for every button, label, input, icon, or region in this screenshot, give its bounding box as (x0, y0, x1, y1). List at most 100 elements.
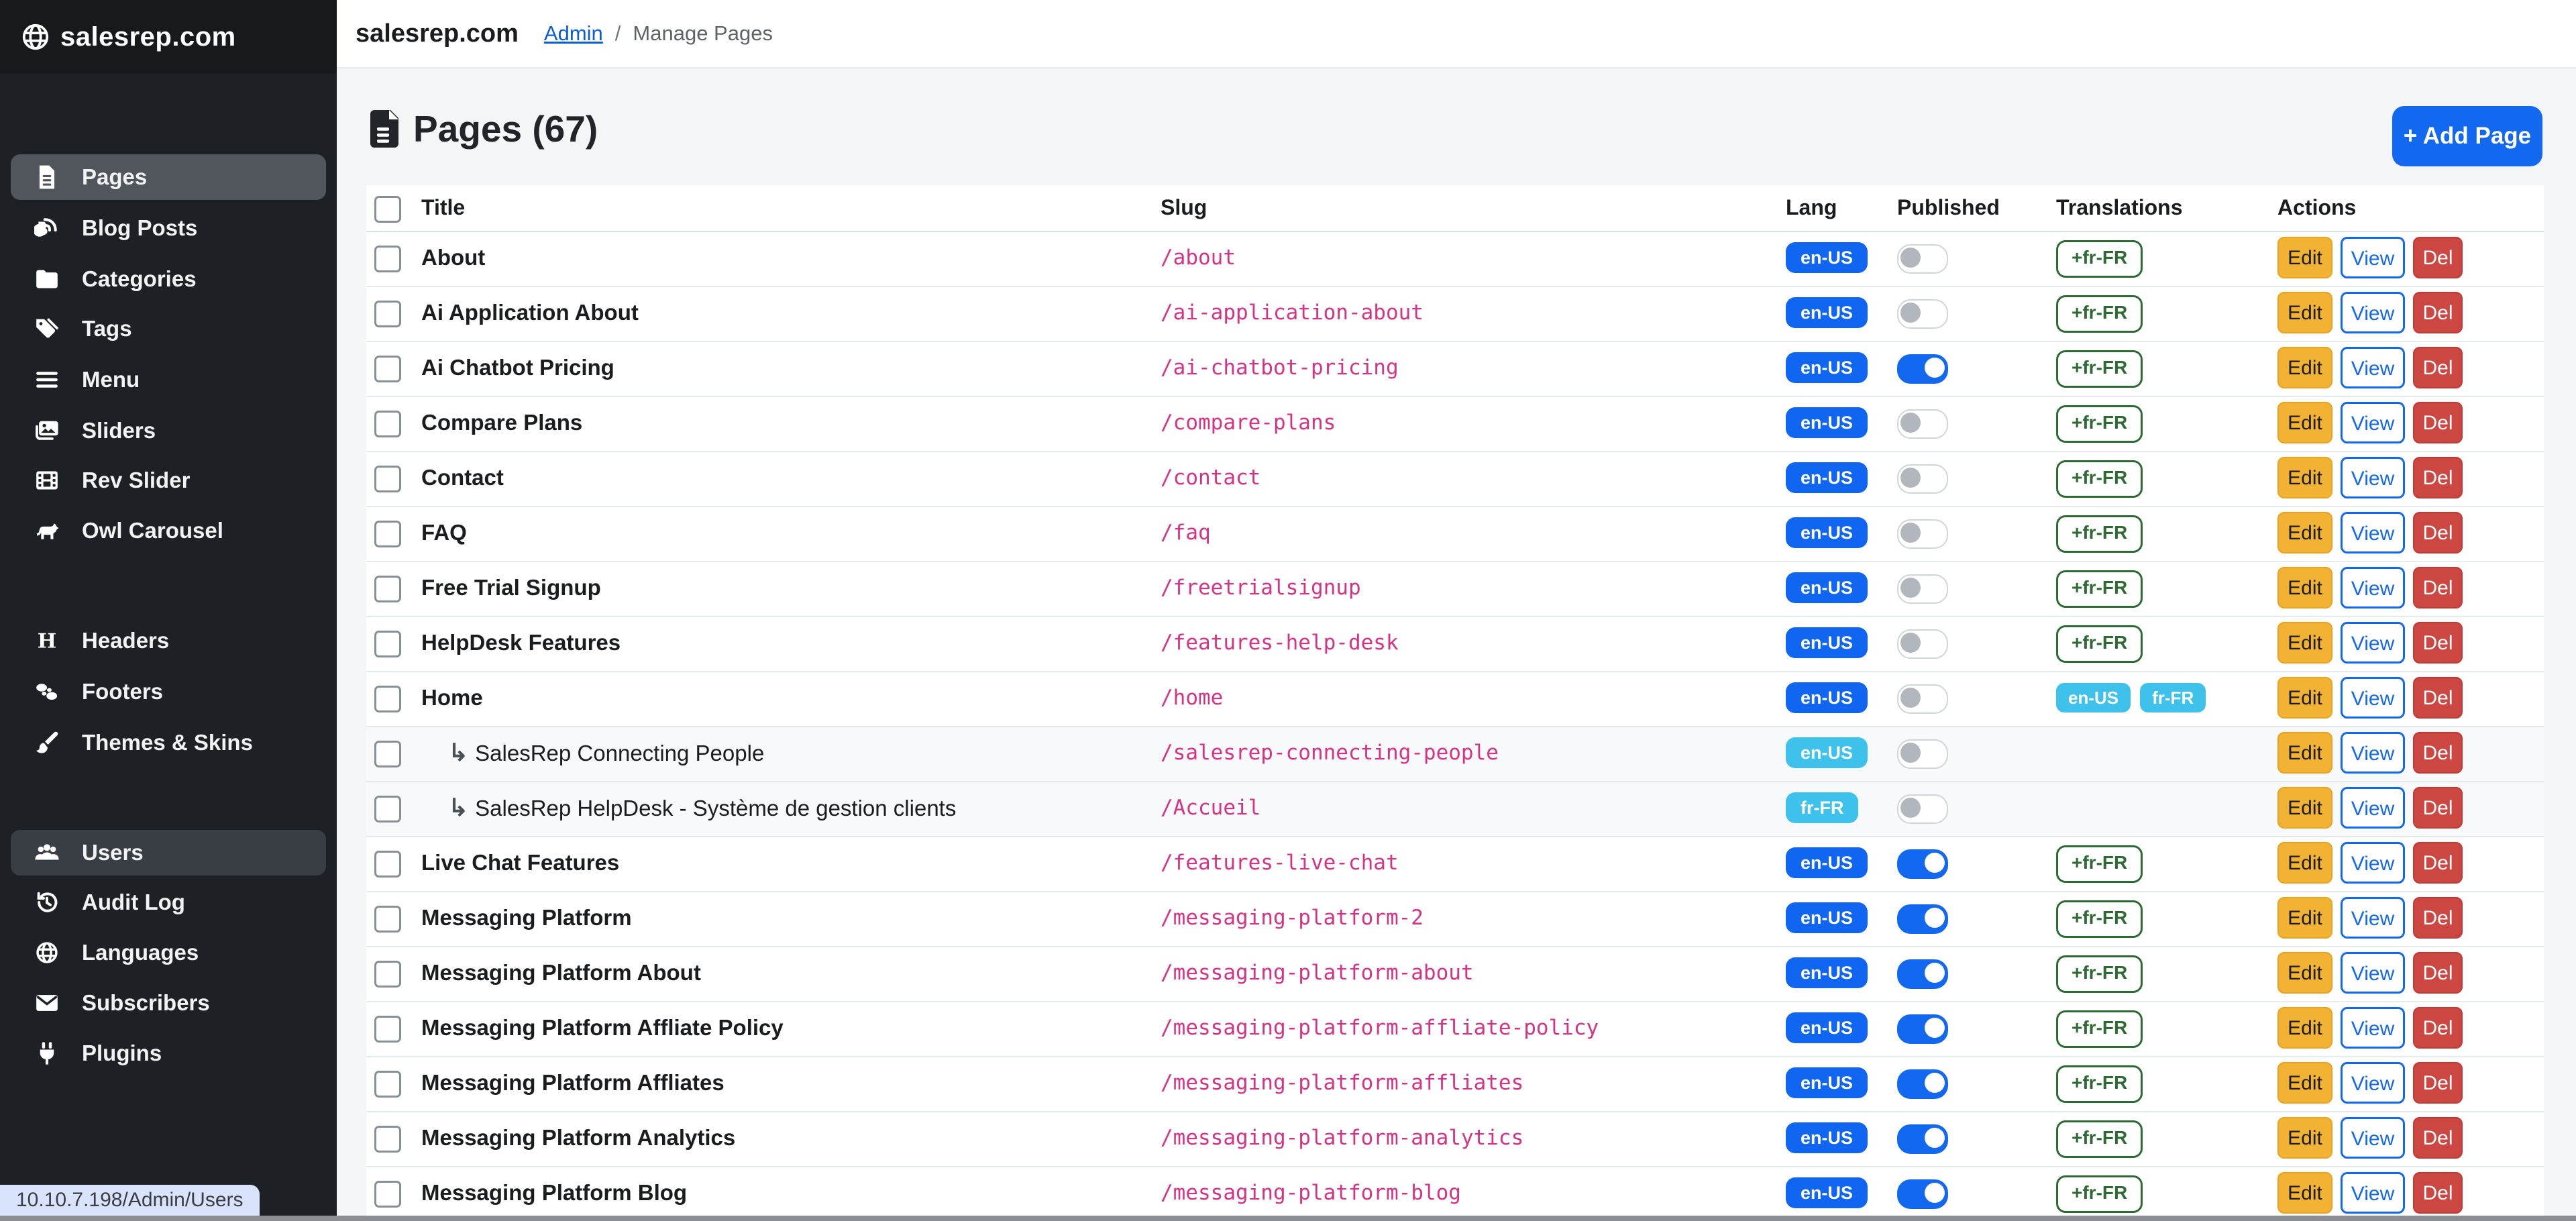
row-checkbox[interactable] (374, 631, 401, 657)
edit-button[interactable]: Edit (2277, 512, 2332, 553)
site-brand[interactable]: salesrep.com (356, 19, 519, 48)
row-checkbox[interactable] (374, 686, 401, 712)
sidebar-item-themes-skins[interactable]: Themes & Skins (11, 720, 326, 765)
edit-button[interactable]: Edit (2277, 402, 2332, 443)
row-checkbox[interactable] (374, 851, 401, 878)
view-button[interactable]: View (2341, 677, 2405, 719)
row-checkbox[interactable] (374, 466, 401, 492)
published-toggle[interactable] (1897, 739, 1948, 769)
row-checkbox[interactable] (374, 906, 401, 933)
sidebar-item-tags[interactable]: Tags (11, 306, 326, 352)
edit-button[interactable]: Edit (2277, 237, 2332, 278)
sidebar-item-pages[interactable]: Pages (11, 154, 326, 200)
published-toggle[interactable] (1897, 299, 1948, 329)
sidebar-item-owl-carousel[interactable]: Owl Carousel (11, 508, 326, 553)
published-toggle[interactable] (1897, 629, 1948, 659)
published-toggle[interactable] (1897, 849, 1948, 879)
select-all-checkbox[interactable] (374, 196, 401, 223)
row-checkbox[interactable] (374, 1126, 401, 1153)
view-button[interactable]: View (2341, 1007, 2405, 1049)
sidebar-item-menu[interactable]: Menu (11, 357, 326, 403)
published-toggle[interactable] (1897, 244, 1948, 274)
published-toggle[interactable] (1897, 904, 1948, 934)
edit-button[interactable]: Edit (2277, 1172, 2332, 1214)
delete-button[interactable]: Del (2413, 1062, 2463, 1104)
add-translation-button[interactable]: +fr-FR (2056, 240, 2143, 278)
view-button[interactable]: View (2341, 1172, 2405, 1214)
add-page-button[interactable]: + Add Page (2392, 106, 2542, 166)
edit-button[interactable]: Edit (2277, 347, 2332, 388)
delete-button[interactable]: Del (2413, 237, 2463, 278)
view-button[interactable]: View (2341, 347, 2405, 388)
row-checkbox[interactable] (374, 1181, 401, 1208)
delete-button[interactable]: Del (2413, 897, 2463, 939)
add-translation-button[interactable]: +fr-FR (2056, 625, 2143, 663)
delete-button[interactable]: Del (2413, 787, 2463, 829)
published-toggle[interactable] (1897, 574, 1948, 604)
row-checkbox[interactable] (374, 246, 401, 272)
row-checkbox[interactable] (374, 356, 401, 382)
published-toggle[interactable] (1897, 409, 1948, 439)
sidebar-item-subscribers[interactable]: Subscribers (11, 980, 326, 1026)
view-button[interactable]: View (2341, 567, 2405, 608)
delete-button[interactable]: Del (2413, 567, 2463, 608)
translation-badge[interactable]: fr-FR (2140, 683, 2206, 712)
delete-button[interactable]: Del (2413, 1007, 2463, 1049)
sidebar-item-rev-slider[interactable]: Rev Slider (11, 458, 326, 503)
published-toggle[interactable] (1897, 1179, 1948, 1209)
edit-button[interactable]: Edit (2277, 1007, 2332, 1049)
view-button[interactable]: View (2341, 237, 2405, 278)
add-translation-button[interactable]: +fr-FR (2056, 900, 2143, 938)
view-button[interactable]: View (2341, 457, 2405, 498)
view-button[interactable]: View (2341, 1062, 2405, 1104)
edit-button[interactable]: Edit (2277, 1117, 2332, 1159)
translation-badge[interactable]: en-US (2056, 683, 2131, 712)
published-toggle[interactable] (1897, 354, 1948, 384)
add-translation-button[interactable]: +fr-FR (2056, 295, 2143, 333)
row-checkbox[interactable] (374, 961, 401, 988)
published-toggle[interactable] (1897, 1124, 1948, 1154)
view-button[interactable]: View (2341, 732, 2405, 774)
delete-button[interactable]: Del (2413, 1117, 2463, 1159)
published-toggle[interactable] (1897, 684, 1948, 714)
delete-button[interactable]: Del (2413, 292, 2463, 333)
edit-button[interactable]: Edit (2277, 1062, 2332, 1104)
view-button[interactable]: View (2341, 622, 2405, 663)
row-checkbox[interactable] (374, 301, 401, 327)
view-button[interactable]: View (2341, 897, 2405, 939)
delete-button[interactable]: Del (2413, 677, 2463, 719)
add-translation-button[interactable]: +fr-FR (2056, 405, 2143, 443)
add-translation-button[interactable]: +fr-FR (2056, 1175, 2143, 1213)
delete-button[interactable]: Del (2413, 952, 2463, 994)
sidebar-item-plugins[interactable]: Plugins (11, 1030, 326, 1076)
edit-button[interactable]: Edit (2277, 622, 2332, 663)
delete-button[interactable]: Del (2413, 402, 2463, 443)
sidebar-item-users[interactable]: Users (11, 830, 326, 875)
view-button[interactable]: View (2341, 842, 2405, 884)
published-toggle[interactable] (1897, 519, 1948, 549)
edit-button[interactable]: Edit (2277, 292, 2332, 333)
view-button[interactable]: View (2341, 787, 2405, 829)
delete-button[interactable]: Del (2413, 732, 2463, 774)
edit-button[interactable]: Edit (2277, 457, 2332, 498)
published-toggle[interactable] (1897, 959, 1948, 989)
sidebar-item-categories[interactable]: Categories (11, 256, 326, 302)
edit-button[interactable]: Edit (2277, 567, 2332, 608)
view-button[interactable]: View (2341, 512, 2405, 553)
published-toggle[interactable] (1897, 464, 1948, 494)
row-checkbox[interactable] (374, 1016, 401, 1043)
breadcrumb-admin-link[interactable]: Admin (544, 21, 603, 46)
sidebar-item-audit-log[interactable]: Audit Log (11, 880, 326, 925)
delete-button[interactable]: Del (2413, 457, 2463, 498)
sidebar-item-sliders[interactable]: Sliders (11, 408, 326, 454)
delete-button[interactable]: Del (2413, 512, 2463, 553)
edit-button[interactable]: Edit (2277, 732, 2332, 774)
sidebar-item-headers[interactable]: HHeaders (11, 618, 326, 663)
row-checkbox[interactable] (374, 796, 401, 822)
delete-button[interactable]: Del (2413, 1172, 2463, 1214)
edit-button[interactable]: Edit (2277, 677, 2332, 719)
published-toggle[interactable] (1897, 1069, 1948, 1099)
edit-button[interactable]: Edit (2277, 952, 2332, 994)
delete-button[interactable]: Del (2413, 842, 2463, 884)
row-checkbox[interactable] (374, 521, 401, 547)
